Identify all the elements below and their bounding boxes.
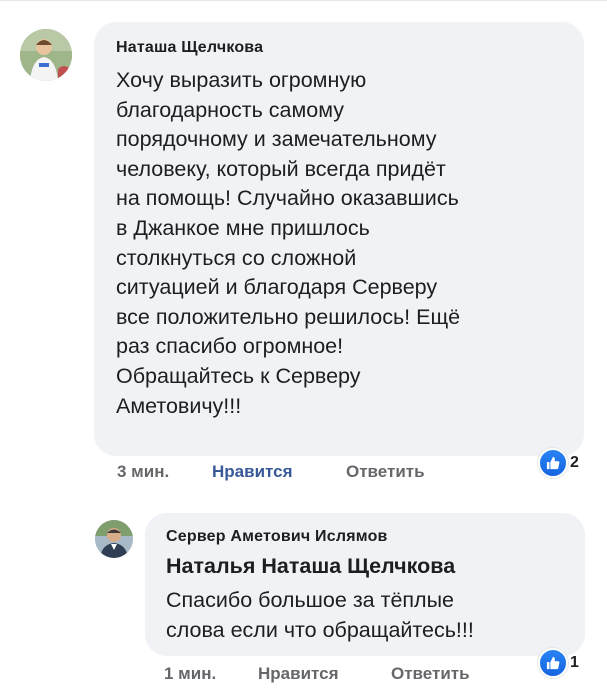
avatar[interactable] (95, 520, 133, 558)
reply-line: Спасибо большое за тёплые (166, 588, 455, 612)
comment-actions: 3 мин. Нравится Ответить (0, 462, 607, 486)
comment-line: Хочу выразить огромную (116, 68, 367, 92)
comment-line: ситуацией и благодаря Серверу (116, 275, 438, 300)
comment-line: все положительно решилось! Ещё (116, 304, 461, 329)
comment-line: на помощь! Случайно оказавшись (116, 186, 459, 211)
mention-link[interactable]: Наталья Наташа Щелчкова (166, 552, 455, 580)
like-button[interactable]: Нравится (212, 462, 293, 482)
avatar[interactable] (20, 29, 72, 81)
like-button[interactable]: Нравится (258, 664, 339, 684)
comment-line: Обращайтесь к Серверу (116, 363, 361, 388)
comment-line: порядочному и замечательному (116, 127, 437, 152)
comment-line: благодарность самому (116, 97, 344, 122)
comment-timestamp[interactable]: 3 мин. (117, 462, 169, 482)
reply-bubble: Сервер Аметович Ислямов Наталья Наташа Щ… (145, 513, 585, 656)
comment-line: столкнуться со сложной (116, 245, 357, 270)
reply-author[interactable]: Сервер Аметович Ислямов (166, 528, 388, 546)
comment-line: Аметовичу!!! (116, 393, 242, 418)
comment-bubble: Наташа Щелчкова Хочу выразить огромную б… (94, 22, 584, 456)
comment-line: человеку, который всегда придёт (116, 156, 446, 181)
reply-actions: 1 мин. Нравится Ответить (0, 664, 607, 688)
reply-timestamp[interactable]: 1 мин. (164, 664, 216, 684)
avatar-photo-icon (95, 520, 133, 558)
comment-author[interactable]: Наташа Щелчкова (116, 39, 263, 57)
avatar-photo-icon (20, 29, 72, 81)
reply-button[interactable]: Ответить (346, 462, 425, 482)
reply-line: слова если что обращайтесь!!! (166, 617, 474, 642)
comment-line: раз спасибо огромное! (116, 334, 344, 359)
top-divider (0, 0, 607, 1)
reply-text: Спасибо большое за тёплые слова если что… (166, 586, 581, 645)
reply-button[interactable]: Ответить (391, 664, 470, 684)
comment-text: Хочу выразить огромную благодарность сам… (116, 66, 576, 421)
comment-line: в Джанкое мне пришлось (116, 215, 370, 240)
